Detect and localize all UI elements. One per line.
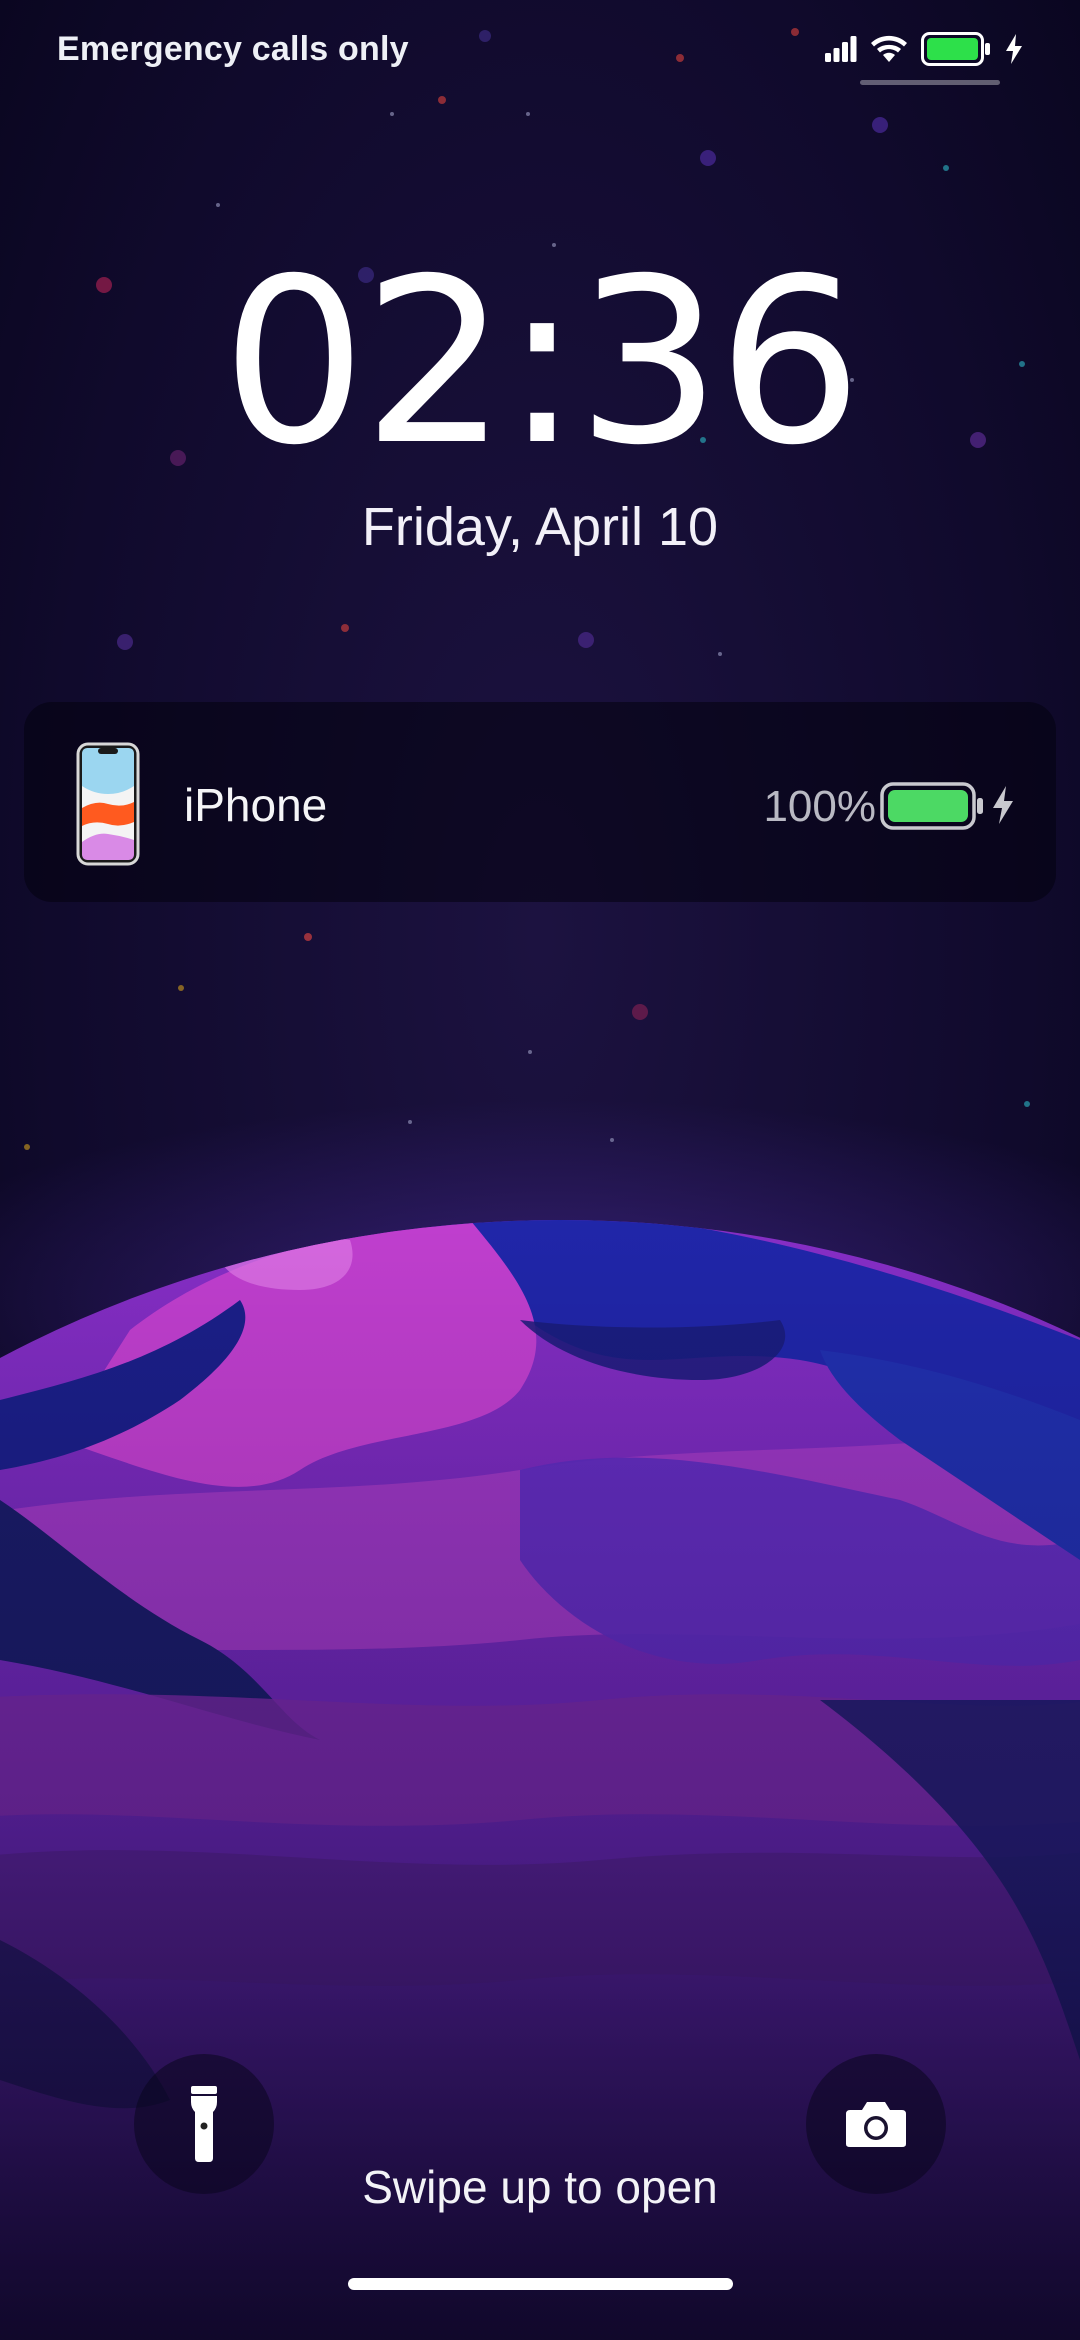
flashlight-icon [191, 2086, 217, 2162]
battery-icon [921, 32, 990, 66]
lock-clock: 02:36 [221, 229, 862, 495]
charging-bolt-icon [1006, 34, 1022, 64]
battery-widget[interactable]: iPhone 100% [24, 702, 1056, 902]
lock-date: Friday, April 10 [361, 497, 719, 557]
widget-charging-bolt-icon [993, 786, 1013, 824]
home-indicator[interactable] [348, 2278, 733, 2290]
status-icons [825, 30, 1023, 68]
signal-icon [825, 36, 857, 62]
widget-battery-icon [880, 782, 983, 830]
carrier-status: Emergency calls only [57, 30, 409, 68]
wifi-icon [871, 35, 907, 62]
iphone-device-icon [76, 742, 140, 866]
battery-percentage: 100% [763, 782, 876, 831]
device-name: iPhone [184, 779, 328, 831]
status-bar-indicator [860, 80, 1000, 85]
camera-icon [846, 2102, 906, 2147]
swipe-up-hint: Swipe up to open [362, 2161, 718, 2213]
